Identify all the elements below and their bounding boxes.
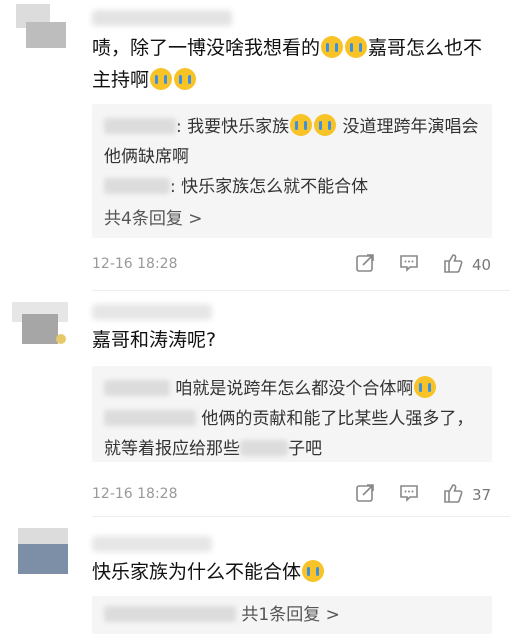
- reply-item[interactable]: : 快乐家族怎么就不能合体: [104, 172, 482, 202]
- comment-text: 啧，除了一博没啥我想看的 嘉哥怎么也不主持啊: [92, 36, 483, 91]
- avatar[interactable]: [12, 4, 74, 56]
- comment-meta: 12-16 18:28 40: [92, 250, 492, 278]
- reply-box[interactable]: : 我要快乐家族 没道理跨年演唱会他俩缺席啊 : 快乐家族怎么就不能合体 共4条…: [92, 104, 492, 238]
- comment-time: 12-16 18:28: [92, 256, 178, 272]
- crying-face-emoji-icon: [321, 36, 344, 58]
- comment-icon[interactable]: [398, 482, 420, 504]
- comment-meta: 12-16 18:28 37: [92, 480, 492, 508]
- reply-username[interactable]: [104, 118, 176, 134]
- crying-face-emoji-icon: [314, 114, 337, 136]
- comment-2: 嘉哥和涛涛呢? 咱就是说跨年怎么都没个合体啊 他俩的贡献和能了比某些人强多了，就…: [0, 290, 510, 516]
- more-replies-row[interactable]: 共1条回复 >: [104, 600, 482, 630]
- crying-face-emoji-icon: [290, 114, 313, 136]
- comment-time: 12-16 18:28: [92, 486, 178, 502]
- share-icon[interactable]: [354, 482, 376, 504]
- reply-username[interactable]: [104, 410, 196, 426]
- comment-1: 啧，除了一博没啥我想看的 嘉哥怎么也不主持啊 : 我要快乐家族 没道理跨年演唱会他…: [0, 0, 510, 290]
- username[interactable]: [92, 10, 232, 26]
- comment-text: 快乐家族为什么不能合体: [92, 556, 498, 588]
- username[interactable]: [92, 304, 212, 320]
- thumbs-up-icon[interactable]: [442, 252, 464, 274]
- more-replies-link[interactable]: 共4条回复 >: [104, 204, 482, 234]
- username[interactable]: [92, 536, 212, 552]
- thumbs-up-icon[interactable]: [442, 482, 464, 504]
- crying-face-emoji-icon: [302, 560, 325, 582]
- comment-3: 快乐家族为什么不能合体 共1条回复 >: [0, 516, 510, 640]
- comment-icon[interactable]: [398, 252, 420, 274]
- comment-text: 嘉哥和涛涛呢?: [92, 329, 217, 351]
- crying-face-emoji-icon: [150, 68, 173, 90]
- like-count: 40: [472, 256, 492, 274]
- more-replies-link[interactable]: 共1条回复 >: [241, 605, 339, 625]
- crying-face-emoji-icon: [414, 376, 437, 398]
- crying-face-emoji-icon: [174, 68, 197, 90]
- reply-box[interactable]: 共1条回复 >: [92, 596, 492, 634]
- redacted-text: [240, 440, 288, 456]
- reply-item[interactable]: 咱就是说跨年怎么都没个合体啊: [104, 374, 482, 404]
- like-count: 37: [472, 486, 492, 504]
- reply-item[interactable]: 他俩的贡献和能了比某些人强多了，就等着报应给那些 子吧: [104, 404, 482, 464]
- reply-username[interactable]: [104, 606, 236, 622]
- share-icon[interactable]: [354, 252, 376, 274]
- avatar[interactable]: [12, 296, 74, 348]
- reply-username[interactable]: [104, 380, 170, 396]
- crying-face-emoji-icon: [345, 36, 368, 58]
- reply-item[interactable]: : 我要快乐家族 没道理跨年演唱会他俩缺席啊: [104, 112, 482, 172]
- avatar[interactable]: [12, 528, 74, 580]
- reply-username[interactable]: [104, 178, 170, 194]
- reply-box[interactable]: 咱就是说跨年怎么都没个合体啊 他俩的贡献和能了比某些人强多了，就等着报应给那些子…: [92, 366, 492, 462]
